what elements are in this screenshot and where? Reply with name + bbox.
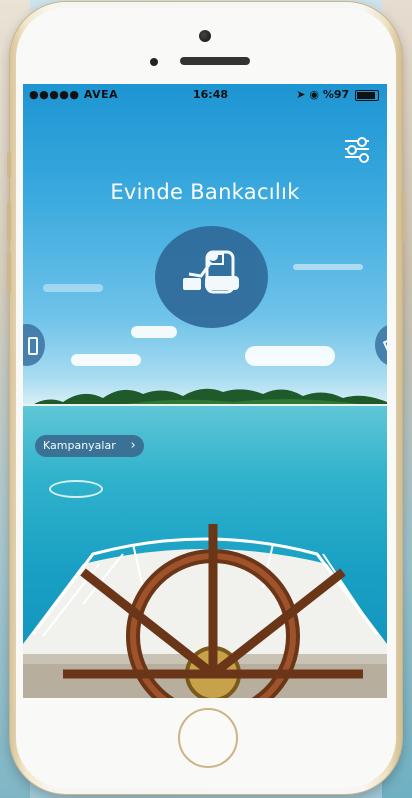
boat-bow [23, 524, 387, 698]
cloud [71, 354, 141, 366]
cloud [131, 326, 177, 338]
carrier-label: ●●●●● AVEA [29, 88, 119, 101]
battery-percent: %97 [322, 88, 350, 101]
volume-up-button [7, 202, 11, 242]
front-camera [199, 30, 211, 42]
earpiece-speaker [180, 57, 250, 65]
status-right: ➤ ◉ %97 [296, 88, 379, 101]
card-icon [382, 335, 387, 355]
cloud [43, 284, 103, 292]
home-button[interactable] [178, 708, 238, 768]
chevron-right-icon: › [130, 438, 136, 453]
next-page-button[interactable] [375, 324, 387, 366]
previous-page-button[interactable] [23, 324, 45, 366]
volume-down-button [7, 252, 11, 292]
battery-icon [355, 89, 379, 101]
campaigns-button[interactable]: Kampanyalar › [35, 435, 144, 457]
status-bar: ●●●●● AVEA 16:48 ➤ ◉ %97 [23, 84, 387, 106]
mute-switch [7, 152, 11, 178]
armchair-icon [183, 250, 239, 294]
app-screen: ●●●●● AVEA 16:48 ➤ ◉ %97 Evinde Bankacıl… [23, 84, 387, 698]
home-banking-button[interactable] [155, 226, 268, 328]
power-button [401, 192, 405, 242]
page-title: Evinde Bankacılık [110, 180, 300, 204]
clock: 16:48 [193, 88, 229, 101]
cloud [293, 264, 363, 270]
swimmer-ripple [49, 480, 103, 498]
location-icon: ➤ [296, 88, 306, 101]
proximity-sensor [150, 58, 158, 66]
campaigns-label: Kampanyalar [43, 439, 116, 452]
alarm-icon: ◉ [309, 88, 319, 101]
sliders-icon[interactable] [343, 136, 371, 163]
tablet-icon [28, 337, 38, 355]
cloud [245, 346, 335, 366]
